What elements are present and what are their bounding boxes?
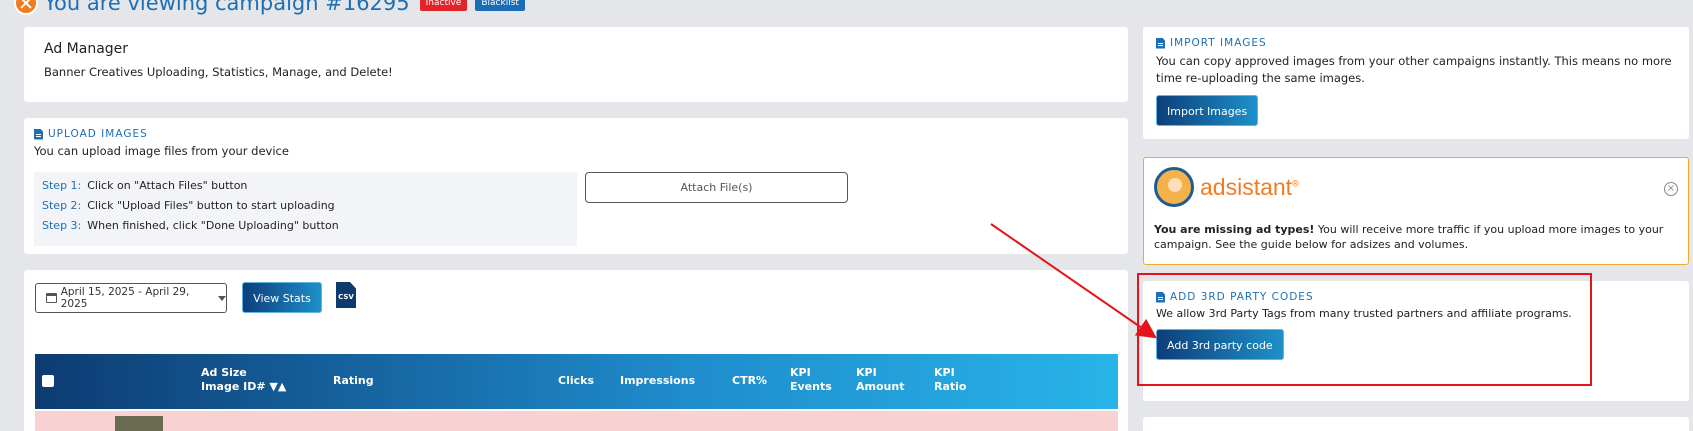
status-badge-inactive: Inactive: [419, 0, 468, 11]
import-images-button[interactable]: Import Images: [1156, 95, 1259, 126]
upload-images-heading: UPLOAD IMAGES: [34, 128, 1118, 140]
select-all-checkbox[interactable]: [42, 375, 54, 387]
ad-thumbnail[interactable]: [115, 416, 163, 431]
view-stats-button[interactable]: View Stats: [242, 282, 322, 313]
upload-images-title: UPLOAD IMAGES: [48, 128, 148, 140]
import-file-icon: [1156, 37, 1165, 49]
col-clicks[interactable]: Clicks: [558, 374, 594, 388]
col-impressions[interactable]: Impressions: [620, 374, 695, 388]
upload-step-2: Step 2: Click "Upload Files" button to st…: [42, 199, 335, 212]
upload-step-3: Step 3: When finished, click "Done Upload…: [42, 219, 339, 232]
table-row[interactable]: [35, 411, 1118, 431]
page-title: You are viewing campaign #16295: [44, 0, 410, 15]
import-images-title: IMPORT IMAGES: [1170, 37, 1267, 49]
adsistant-brand: adsistant®: [1200, 173, 1299, 200]
campaign-header: You are viewing campaign #16295 Inactive…: [14, 0, 533, 16]
import-images-card: IMPORT IMAGES You can copy approved imag…: [1143, 27, 1689, 139]
ad-manager-title: Ad Manager: [44, 41, 129, 57]
col-rating[interactable]: Rating: [333, 374, 374, 388]
col-ad-size[interactable]: Ad Size Image ID# ▼▲: [201, 366, 286, 394]
chevron-down-icon: [218, 295, 226, 301]
import-images-description: You can copy approved images from your o…: [1156, 54, 1672, 85]
upload-description: You can upload image files from your dev…: [34, 144, 289, 158]
import-images-heading: IMPORT IMAGES: [1156, 37, 1676, 49]
adsistant-message: You are missing ad types! You will recei…: [1154, 223, 1664, 251]
available-adsizes-card: [1143, 417, 1689, 431]
adsistant-mascot-icon: [1154, 167, 1194, 207]
col-kpi-events[interactable]: KPI Events: [790, 366, 832, 394]
upload-file-icon: [34, 128, 43, 140]
csv-export-icon[interactable]: CSV: [336, 282, 356, 308]
upload-steps: Step 1: Click on "Attach Files" button St…: [34, 172, 577, 246]
col-ctr[interactable]: CTR%: [732, 374, 767, 388]
calendar-icon: [46, 293, 57, 303]
col-kpi-ratio[interactable]: KPI Ratio: [934, 366, 966, 394]
ad-manager-subtitle: Banner Creatives Uploading, Statistics, …: [44, 65, 393, 79]
attach-files-button[interactable]: Attach File(s): [585, 172, 848, 203]
upload-images-card: UPLOAD IMAGES You can upload image files…: [24, 118, 1128, 254]
close-icon[interactable]: ×: [1664, 182, 1678, 196]
upload-step-1: Step 1: Click on "Attach Files" button: [42, 179, 248, 192]
highlight-box: [1137, 273, 1592, 386]
adsistant-card: adsistant® × You are missing ad types! Y…: [1143, 157, 1689, 265]
col-kpi-amount[interactable]: KPI Amount: [856, 366, 904, 394]
ad-manager-card: Ad Manager Banner Creatives Uploading, S…: [24, 27, 1128, 102]
status-badge-blacklist: Blacklist: [475, 0, 525, 11]
table-header: Ad Size Image ID# ▼▲ Rating Clicks Impre…: [35, 354, 1118, 409]
adsistant-logo: adsistant®: [1154, 166, 1678, 208]
stats-card: April 15, 2025 - April 29, 2025 View Sta…: [24, 270, 1128, 431]
date-range-value: April 15, 2025 - April 29, 2025: [60, 286, 190, 310]
date-range-picker[interactable]: April 15, 2025 - April 29, 2025: [35, 283, 227, 313]
brand-logo-icon: [14, 0, 38, 15]
